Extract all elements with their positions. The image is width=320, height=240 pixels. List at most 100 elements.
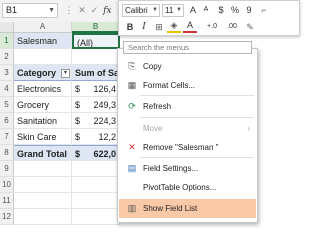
copy-icon: ⎘ <box>128 61 136 71</box>
menu-item-format-cells[interactable]: ▦ Format Cells... <box>119 76 256 95</box>
empty-cell[interactable] <box>72 49 120 65</box>
cancel-icon[interactable]: ✕ <box>78 5 86 16</box>
increase-decimal-icon[interactable]: +.0 <box>203 20 221 34</box>
font-name-box[interactable]: Calibri ▼ <box>122 4 160 17</box>
empty-cell[interactable] <box>14 209 72 225</box>
refresh-icon: ⟳ <box>128 101 136 111</box>
row-header-5[interactable]: 5 <box>0 97 14 113</box>
empty-cell[interactable] <box>14 49 72 65</box>
amount: 249,3 <box>93 100 116 110</box>
menu-search-input[interactable]: Search the menus <box>123 41 252 54</box>
menu-item-pivottable-options[interactable]: PivotTable Options... <box>119 178 256 197</box>
currency-symbol: $ <box>75 132 81 142</box>
row-header-1[interactable]: 1 <box>0 33 14 49</box>
row-header-2[interactable]: 2 <box>0 49 14 65</box>
table-row-value[interactable]: $ 224,3 <box>72 113 120 129</box>
empty-cell[interactable] <box>72 161 120 177</box>
menu-separator <box>140 157 254 158</box>
filter-field-label: Salesman <box>17 36 58 46</box>
column-header-a[interactable]: A <box>14 22 72 33</box>
category-header-label: Category <box>17 68 57 78</box>
table-row-value[interactable]: $ 249,3 <box>72 97 120 113</box>
field-settings-icon: ▤ <box>127 163 137 173</box>
menu-search-placeholder: Search the menus <box>128 43 189 52</box>
values-header[interactable]: Sum of Sa <box>72 65 120 81</box>
empty-cell[interactable] <box>72 193 120 209</box>
menu-item-label: Field Settings... <box>143 164 199 173</box>
italic-icon[interactable]: I <box>137 20 151 34</box>
row-header-3[interactable]: 3 <box>0 65 14 81</box>
grand-total-value[interactable]: $ 622,0 <box>72 145 120 161</box>
remove-icon: ✕ <box>128 142 136 152</box>
empty-cell[interactable] <box>14 193 72 209</box>
table-row-value[interactable]: $ 126,4 <box>72 81 120 97</box>
column-header-b[interactable]: B <box>72 22 120 33</box>
menu-item-copy[interactable]: ⎘ Copy <box>119 57 256 76</box>
empty-cell[interactable] <box>14 177 72 193</box>
empty-cell[interactable] <box>14 161 72 177</box>
brush-icon[interactable]: ✎ <box>243 20 257 34</box>
menu-item-label: Show Field List <box>143 204 198 213</box>
menu-item-label: Move <box>143 124 163 133</box>
format-cells-icon: ▦ <box>127 80 137 90</box>
more-options-icon: ⋮ <box>64 5 74 15</box>
sum-of-sales-header: Sum of Sa <box>75 68 120 78</box>
amount: 126,4 <box>93 84 116 94</box>
amount: 224,3 <box>93 116 116 126</box>
empty-cell[interactable] <box>72 177 120 193</box>
enter-icon[interactable]: ✓ <box>91 5 99 16</box>
menu-item-move[interactable]: Move › <box>119 119 256 138</box>
filter-label-cell[interactable]: Salesman <box>14 33 72 49</box>
currency-symbol: $ <box>75 116 81 126</box>
font-size-box[interactable]: 11 ▼ <box>162 4 184 17</box>
name-box[interactable]: B1 ▼ <box>2 3 58 18</box>
comma-style-icon[interactable]: 9 <box>242 3 256 17</box>
menu-separator <box>140 95 254 96</box>
filter-value-cell[interactable]: (All) <box>72 33 120 49</box>
filter-field-value: (All) <box>77 38 93 48</box>
chevron-down-icon[interactable]: ▼ <box>152 5 158 16</box>
menu-item-field-settings[interactable]: ▤ Field Settings... <box>119 159 256 178</box>
increase-font-icon[interactable]: A <box>186 3 200 17</box>
decrease-decimal-icon[interactable]: .00 <box>223 20 241 34</box>
chevron-down-icon[interactable]: ▼ <box>176 5 182 16</box>
menu-item-refresh[interactable]: ⟳ Refresh <box>119 97 256 116</box>
chevron-down-icon[interactable]: ▼ <box>48 4 55 17</box>
menu-item-label: Remove "Salesman " <box>143 143 219 152</box>
table-row-label[interactable]: Sanitation <box>14 113 72 129</box>
category-filter-button[interactable]: ▾ <box>61 69 70 78</box>
table-row-label[interactable]: Grocery <box>14 97 72 113</box>
menu-item-remove-field[interactable]: ✕ Remove "Salesman " <box>119 138 256 157</box>
row-header-7[interactable]: 7 <box>0 129 14 145</box>
decrease-font-icon[interactable]: A <box>199 3 213 17</box>
currency-symbol: $ <box>75 84 81 94</box>
percent-format-icon[interactable]: % <box>228 3 242 17</box>
table-row-label[interactable]: Electronics <box>14 81 72 97</box>
row-header-12[interactable]: 12 <box>0 209 14 225</box>
insert-function-icon[interactable]: fx <box>103 6 111 16</box>
select-all-corner[interactable] <box>0 22 14 33</box>
row-header-8[interactable]: 8 <box>0 145 14 161</box>
bold-icon[interactable]: B <box>123 20 137 34</box>
fill-color-icon[interactable]: ◈ <box>167 20 181 33</box>
row-header-4[interactable]: 4 <box>0 81 14 97</box>
row-header-9[interactable]: 9 <box>0 161 14 177</box>
empty-cell[interactable] <box>72 209 120 225</box>
menu-item-show-field-list[interactable]: ▥ Show Field List <box>119 199 256 218</box>
currency-format-icon[interactable]: $ <box>214 3 228 17</box>
grand-total-label[interactable]: Grand Total <box>14 145 72 161</box>
table-row-value[interactable]: $ 12,2 <box>72 129 120 145</box>
row-header-11[interactable]: 11 <box>0 193 14 209</box>
font-color-icon[interactable]: A <box>183 20 197 33</box>
menu-item-label: Copy <box>143 62 162 71</box>
amount: 12,2 <box>98 132 116 142</box>
format-painter-icon[interactable]: ⌐ <box>257 3 271 17</box>
border-icon[interactable]: ⊞ <box>152 20 166 34</box>
menu-item-label: Refresh <box>143 102 172 111</box>
menu-item-label: PivotTable Options... <box>143 183 217 192</box>
context-menu: Search the menus ⎘ Copy ▦ Format Cells..… <box>117 41 258 223</box>
table-row-label[interactable]: Skin Care <box>14 129 72 145</box>
mini-toolbar: Calibri ▼ 11 ▼ A A $ % 9 ⌐ B I ⊞ ◈ A +.0… <box>118 0 300 36</box>
row-header-6[interactable]: 6 <box>0 113 14 129</box>
row-header-10[interactable]: 10 <box>0 177 14 193</box>
